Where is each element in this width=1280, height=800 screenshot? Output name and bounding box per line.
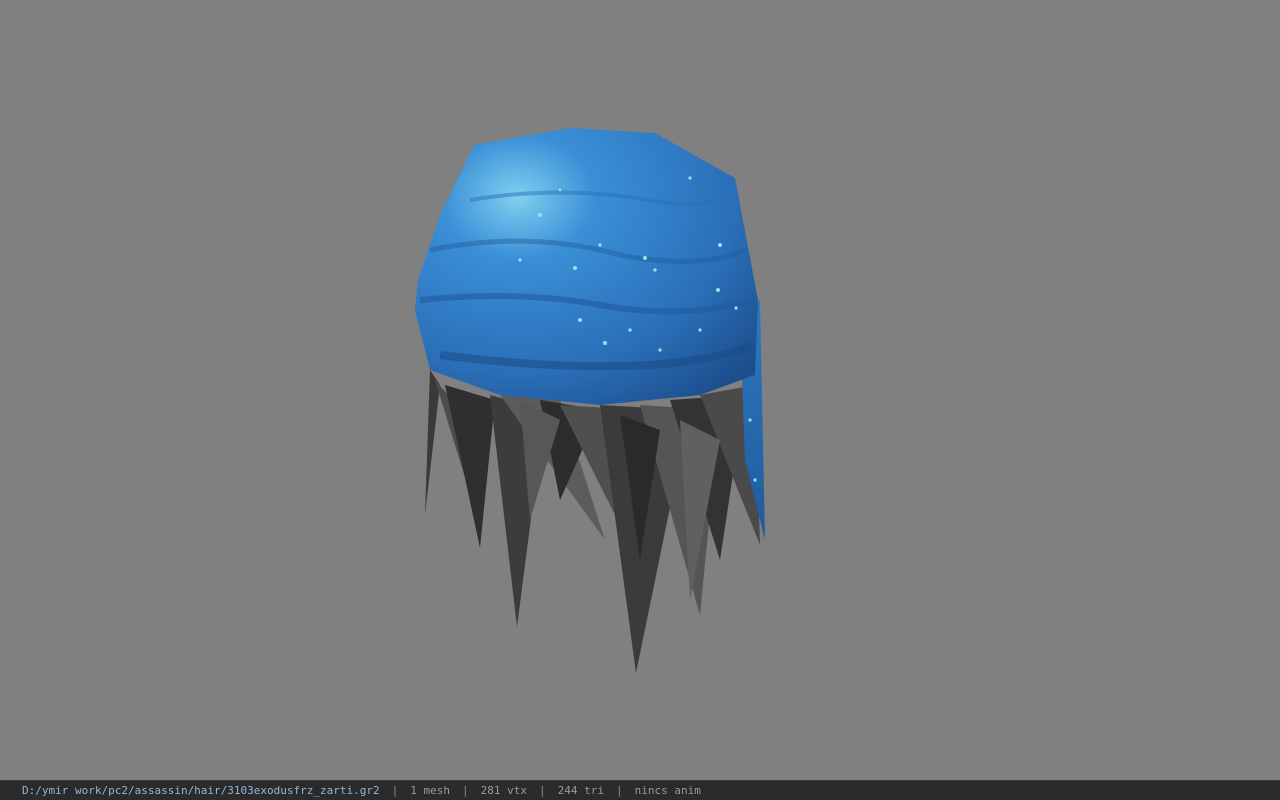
separator: | — [462, 784, 469, 797]
separator: | — [615, 784, 623, 797]
separator: | — [391, 784, 399, 797]
mesh-count: 1 mesh — [410, 784, 450, 797]
file-path: D:/ymir work/pc2/assassin/hair/3103exodu… — [22, 784, 380, 797]
status-bar: D:/ymir work/pc2/assassin/hair/3103exodu… — [0, 780, 1280, 800]
hair-strands — [425, 370, 760, 673]
animation-state: nincs anim — [634, 784, 701, 797]
triangle-count: 244 tri — [557, 784, 604, 797]
3d-viewport[interactable] — [0, 0, 1280, 780]
separator: | — [538, 784, 546, 797]
model-render — [415, 128, 765, 673]
vertex-count: 281 vtx — [480, 784, 527, 797]
